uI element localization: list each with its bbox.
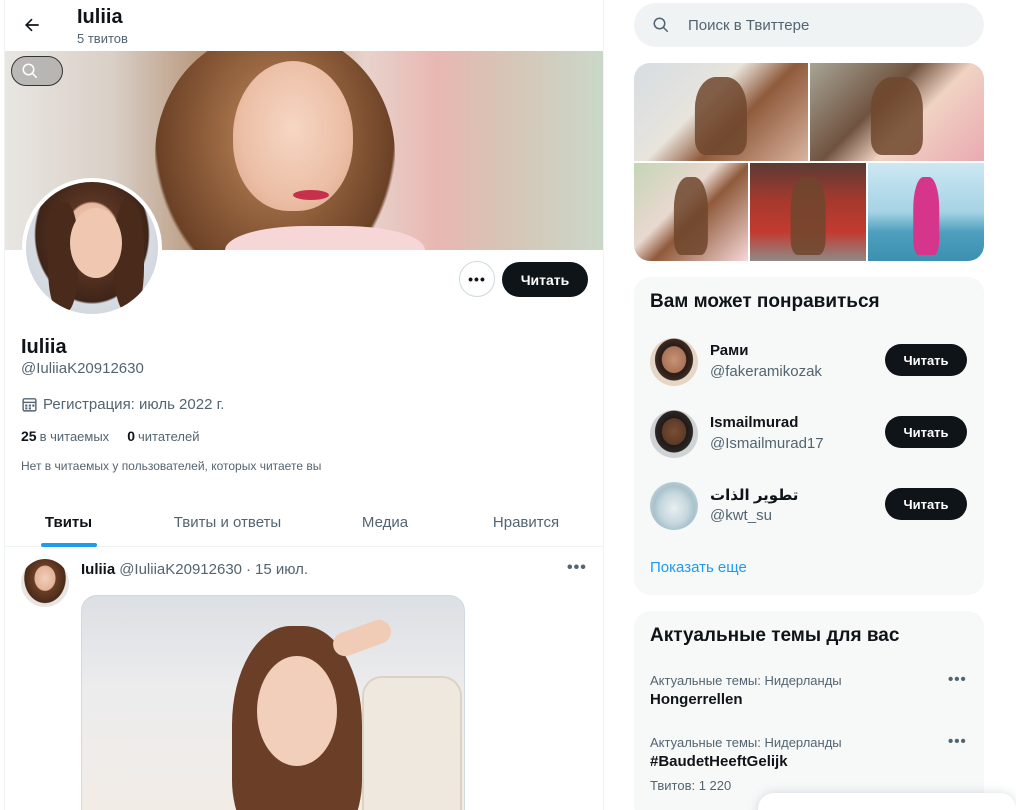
profile-joined: Регистрация: июль 2022 г. — [21, 396, 224, 413]
media-thumbnail[interactable] — [810, 63, 984, 161]
who-to-follow-title: Вам может понравиться — [650, 291, 880, 312]
header-profile-name: Iuliia — [77, 6, 123, 28]
avatar[interactable] — [650, 482, 698, 530]
follow-button[interactable]: Читать — [502, 262, 588, 297]
back-button[interactable] — [15, 8, 49, 42]
search-icon — [22, 63, 38, 79]
following-link[interactable]: 25 в читаемых — [21, 428, 109, 444]
profile-header-bar: Iuliia 5 твитов — [5, 0, 603, 51]
tab-likes[interactable]: Нравится — [447, 497, 603, 547]
suggestion-item[interactable]: Рами @fakeramikozak Читать — [634, 326, 984, 398]
media-thumbnail[interactable] — [750, 163, 866, 261]
profile-more-button[interactable]: ••• — [459, 261, 495, 297]
follow-button[interactable]: Читать — [885, 416, 967, 448]
arrow-left-icon — [25, 18, 39, 32]
tweet-header: Iuliia @IuliiaK20912630 · 15 июл. — [81, 561, 309, 578]
media-thumbnail[interactable] — [634, 163, 748, 261]
messages-drawer[interactable] — [758, 793, 1016, 810]
who-to-follow-card: Вам может понравиться Рами @fakeramikoza… — [634, 277, 984, 595]
tweet-date[interactable]: 15 июл. — [255, 561, 308, 578]
profile-column: Iuliia 5 твитов ••• Читать Iuliia @Iulii… — [4, 0, 604, 810]
search-input[interactable] — [688, 16, 948, 34]
search-icon — [653, 17, 669, 33]
tweet-more-button[interactable]: ••• — [567, 559, 587, 577]
suggestion-name[interactable]: Ismailmurad — [710, 414, 798, 431]
show-more-link[interactable]: Показать еще — [650, 559, 747, 576]
profile-media-grid — [634, 63, 984, 261]
suggestion-handle[interactable]: @Ismailmurad17 — [710, 435, 824, 452]
tweet-avatar[interactable] — [21, 559, 69, 607]
profile-avatar[interactable] — [22, 178, 162, 318]
followers-link[interactable]: 0 читателей — [127, 428, 199, 444]
tab-media[interactable]: Медиа — [323, 497, 447, 547]
trend-context: Актуальные темы: Нидерланды — [650, 735, 842, 750]
profile-handle: @IuliiaK20912630 — [21, 360, 144, 377]
avatar[interactable] — [650, 410, 698, 458]
profile-stats: 25 в читаемых 0 читателей — [21, 428, 199, 444]
media-thumbnail[interactable] — [634, 63, 808, 161]
tweet-author-name[interactable]: Iuliia — [81, 561, 115, 578]
trend-tweet-count: Твитов: 1 220 — [650, 778, 732, 793]
suggestion-item[interactable]: تطوير الذات @kwt_su Читать — [634, 470, 984, 542]
trend-item[interactable]: Актуальные темы: Нидерланды #BaudetHeeft… — [634, 733, 984, 797]
banner-search-overlay[interactable] — [11, 56, 63, 86]
tweet[interactable]: Iuliia @IuliiaK20912630 · 15 июл. ••• — [5, 548, 603, 810]
media-thumbnail[interactable] — [868, 163, 984, 261]
tab-tweets-and-replies[interactable]: Твиты и ответы — [132, 497, 323, 547]
trend-topic: Hongerrellen — [650, 691, 743, 708]
suggestion-handle[interactable]: @fakeramikozak — [710, 363, 822, 380]
suggestion-handle[interactable]: @kwt_su — [710, 507, 772, 524]
trend-more-button[interactable]: ••• — [948, 733, 967, 750]
avatar[interactable] — [650, 338, 698, 386]
trend-context: Актуальные темы: Нидерланды — [650, 673, 842, 688]
trend-item[interactable]: Актуальные темы: Нидерланды Hongerrellen… — [634, 671, 984, 735]
more-dots-icon: ••• — [948, 733, 967, 750]
suggestion-item[interactable]: Ismailmurad @Ismailmurad17 Читать — [634, 398, 984, 470]
more-dots-icon: ••• — [567, 559, 587, 576]
more-dots-icon: ••• — [468, 271, 486, 287]
trends-card: Актуальные темы для вас Актуальные темы:… — [634, 611, 984, 810]
trend-topic: #BaudetHeeftGelijk — [650, 753, 788, 770]
profile-name: Iuliia — [21, 336, 67, 358]
mutual-followers-note: Нет в читаемых у пользователей, которых … — [21, 459, 322, 473]
header-tweet-count: 5 твитов — [77, 31, 128, 46]
suggestion-name[interactable]: Рами — [710, 342, 748, 359]
tab-tweets[interactable]: Твиты — [5, 497, 132, 547]
trends-title: Актуальные темы для вас — [650, 625, 900, 646]
follow-button[interactable]: Читать — [885, 344, 967, 376]
tweet-author-handle[interactable]: @IuliiaK20912630 — [119, 561, 242, 578]
suggestion-name[interactable]: تطوير الذات — [710, 486, 798, 504]
calendar-icon — [22, 398, 37, 412]
trend-more-button[interactable]: ••• — [948, 671, 967, 688]
joined-date: Регистрация: июль 2022 г. — [43, 396, 225, 413]
follow-button[interactable]: Читать — [885, 488, 967, 520]
more-dots-icon: ••• — [948, 671, 967, 688]
search-bar[interactable] — [634, 3, 984, 47]
tweet-media-image[interactable] — [81, 595, 465, 810]
profile-tabs: Твиты Твиты и ответы Медиа Нравится — [5, 497, 603, 547]
